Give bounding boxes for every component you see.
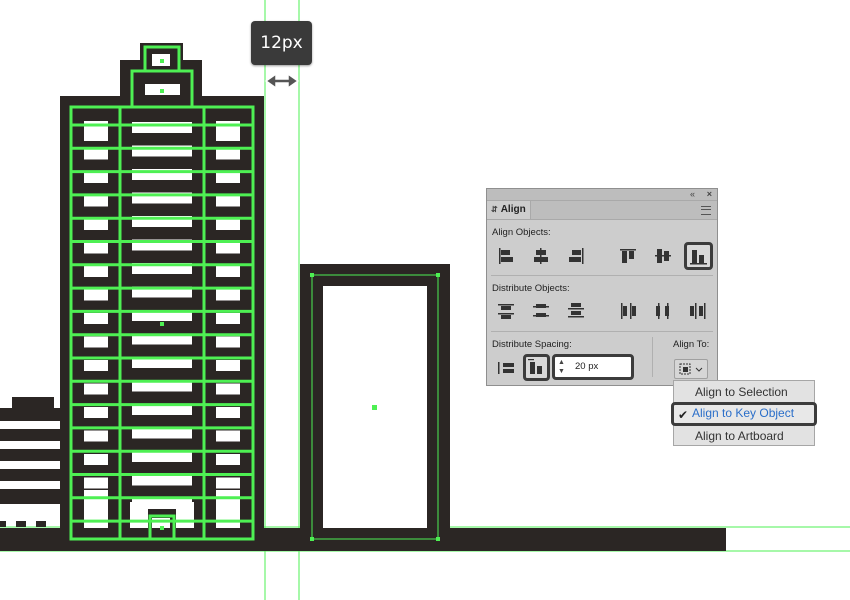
align-objects-label: Align Objects:	[492, 227, 551, 238]
panel-menu-icon[interactable]	[701, 206, 711, 215]
tower-door-center-right	[176, 502, 194, 528]
horizontal-align-left-button[interactable]	[495, 245, 517, 267]
tower-window-right	[216, 289, 240, 301]
tower-window-right	[216, 266, 240, 277]
vertical-align-top-button[interactable]	[617, 245, 639, 267]
tower-window-right	[216, 219, 240, 230]
divider	[491, 331, 713, 332]
tower-window-right	[216, 360, 240, 371]
panel-title-bar[interactable]: « ×	[487, 189, 717, 201]
align-to-label: Align To:	[673, 339, 710, 350]
artboard-canvas[interactable]	[0, 0, 850, 600]
vertical-distribute-space-button[interactable]	[523, 354, 550, 381]
dropdown-item-align-to-artboard[interactable]: Align to Artboard	[674, 425, 814, 447]
tower-window-left	[84, 148, 108, 160]
horizontal-align-right-button[interactable]	[565, 245, 587, 267]
distribute-top-button[interactable]	[495, 300, 517, 322]
tower-window-right	[216, 172, 240, 183]
distribute-objects-label: Distribute Objects:	[492, 283, 570, 294]
distribute-vertical-center-button[interactable]	[530, 300, 552, 322]
small-building	[0, 397, 66, 527]
tower-window-right	[216, 383, 240, 395]
distribute-horizontal-center-button[interactable]	[652, 300, 674, 322]
tower-window-left	[84, 219, 108, 230]
measure-arrow-icon	[264, 72, 300, 90]
tower-window-right	[216, 430, 240, 442]
tower-window-left	[84, 454, 108, 465]
align-to-dropdown[interactable]: Align to Selection ✔ Align to Key Object …	[671, 380, 817, 447]
divider	[652, 337, 653, 377]
tower-window-right	[216, 148, 240, 160]
tab-toggle-icon[interactable]: ⇵	[491, 205, 498, 214]
collapse-icon[interactable]: «	[690, 189, 695, 200]
tab-align[interactable]: ⇵ Align	[487, 201, 531, 219]
dropdown-item-align-to-key-object[interactable]: ✔ Align to Key Object	[671, 402, 817, 426]
center-point-marker	[160, 526, 164, 530]
tower-window-right	[216, 336, 240, 348]
spacing-value[interactable]: 20 px	[575, 361, 598, 372]
tower-window-left	[84, 313, 108, 324]
tower-window-right	[216, 477, 240, 489]
tower-window-center	[132, 474, 192, 486]
tower-window-left	[84, 383, 108, 395]
horizontal-distribute-space-button[interactable]	[495, 357, 517, 379]
tower-window-right	[216, 242, 240, 254]
tower-window-left	[84, 430, 108, 442]
horizontal-align-center-button[interactable]	[530, 245, 552, 267]
tower-window-right	[216, 407, 240, 418]
tower-window-left	[84, 289, 108, 301]
tower-window-left	[84, 266, 108, 277]
tower-window-left	[84, 360, 108, 371]
distribute-right-button[interactable]	[687, 300, 709, 322]
distribute-left-button[interactable]	[617, 300, 639, 322]
align-panel[interactable]: « × ⇵ Align Align Objects: Distribute Obj…	[486, 188, 718, 386]
tower-window-left	[84, 195, 108, 207]
dropdown-item-label: Align to Key Object	[692, 406, 795, 420]
align-to-key-object-button[interactable]	[674, 359, 708, 379]
spacing-value-stepper[interactable]: ▲ ▼ 20 px	[552, 354, 634, 380]
tower-window-left	[84, 336, 108, 348]
center-point-marker	[160, 89, 164, 93]
divider	[491, 275, 713, 276]
vertical-align-bottom-button[interactable]	[684, 242, 713, 270]
vertical-align-center-button[interactable]	[652, 245, 674, 267]
center-point-marker	[160, 322, 164, 326]
tower-window-left	[84, 477, 108, 489]
distribute-bottom-button[interactable]	[565, 300, 587, 322]
stepper-arrows-icon[interactable]: ▲ ▼	[558, 358, 565, 376]
center-point-marker	[160, 59, 164, 63]
tower-window-left	[84, 242, 108, 254]
tower-window-right	[216, 454, 240, 465]
tab-align-label: Align	[500, 204, 526, 215]
checkmark-icon: ✔	[678, 408, 689, 422]
door-building[interactable]	[300, 264, 450, 541]
dropdown-item-align-to-selection[interactable]: Align to Selection	[674, 381, 814, 403]
spacing-tooltip: 12px	[251, 21, 312, 65]
close-icon[interactable]: ×	[707, 189, 712, 200]
tower-window-right	[216, 313, 240, 324]
tower-window-left	[84, 407, 108, 418]
distribute-spacing-label: Distribute Spacing:	[492, 339, 572, 350]
tower-window-left	[84, 172, 108, 183]
tower-door-center-left	[130, 502, 148, 528]
tower-window-right	[216, 195, 240, 207]
